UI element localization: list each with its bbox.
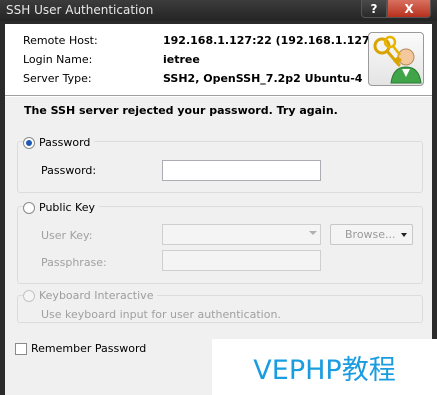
remote-host-label: Remote Host:	[23, 34, 98, 47]
radio-selected-icon	[23, 136, 35, 149]
remember-password-checkbox[interactable]: Remember Password	[15, 342, 146, 355]
public-key-radio-label: Public Key	[39, 201, 95, 214]
passphrase-input[interactable]	[162, 250, 321, 271]
checkbox-unchecked-icon	[15, 342, 27, 355]
radio-unselected-icon	[23, 201, 35, 214]
user-key-label: User Key:	[41, 229, 93, 242]
title-bar[interactable]: SSH User Authentication ? X	[0, 0, 437, 21]
login-name-value: ietree	[163, 53, 200, 66]
keys-user-icon	[368, 32, 424, 86]
close-button[interactable]: X	[387, 0, 431, 18]
server-type-label: Server Type:	[23, 72, 92, 85]
user-key-combo[interactable]	[162, 224, 321, 245]
browse-button[interactable]: Browse...	[330, 224, 413, 245]
connection-info-header: Remote Host: 192.168.1.127:22 (192.168.1…	[5, 24, 432, 96]
remember-password-label: Remember Password	[31, 342, 147, 355]
password-radio-label: Password	[39, 136, 91, 149]
chevron-down-icon	[309, 231, 317, 235]
keyboard-interactive-radio-label: Keyboard Interactive	[39, 289, 154, 302]
dropdown-caret-icon	[401, 233, 407, 237]
login-name-label: Login Name:	[23, 53, 93, 66]
error-message: The SSH server rejected your password. T…	[24, 104, 338, 117]
ssh-auth-dialog: SSH User Authentication ? X Remote Host:…	[0, 0, 437, 395]
radio-disabled-icon	[23, 289, 35, 302]
browse-button-label: Browse...	[345, 228, 396, 241]
password-radio[interactable]: Password	[23, 136, 95, 149]
help-button[interactable]: ?	[361, 0, 387, 18]
watermark-overlay: VEPHP教程	[212, 339, 437, 395]
passphrase-label: Passphrase:	[41, 256, 107, 269]
password-input[interactable]	[162, 160, 321, 181]
server-type-value: SSH2, OpenSSH_7.2p2 Ubuntu-4ub	[163, 72, 363, 85]
keyboard-interactive-description: Use keyboard input for user authenticati…	[41, 308, 281, 321]
password-label: Password:	[41, 164, 97, 177]
window-title: SSH User Authentication	[6, 3, 154, 17]
public-key-group	[17, 206, 423, 284]
keyboard-interactive-radio[interactable]: Keyboard Interactive	[23, 289, 158, 302]
remote-host-value: 192.168.1.127:22 (192.168.1.127)	[163, 34, 375, 47]
public-key-radio[interactable]: Public Key	[23, 201, 99, 214]
